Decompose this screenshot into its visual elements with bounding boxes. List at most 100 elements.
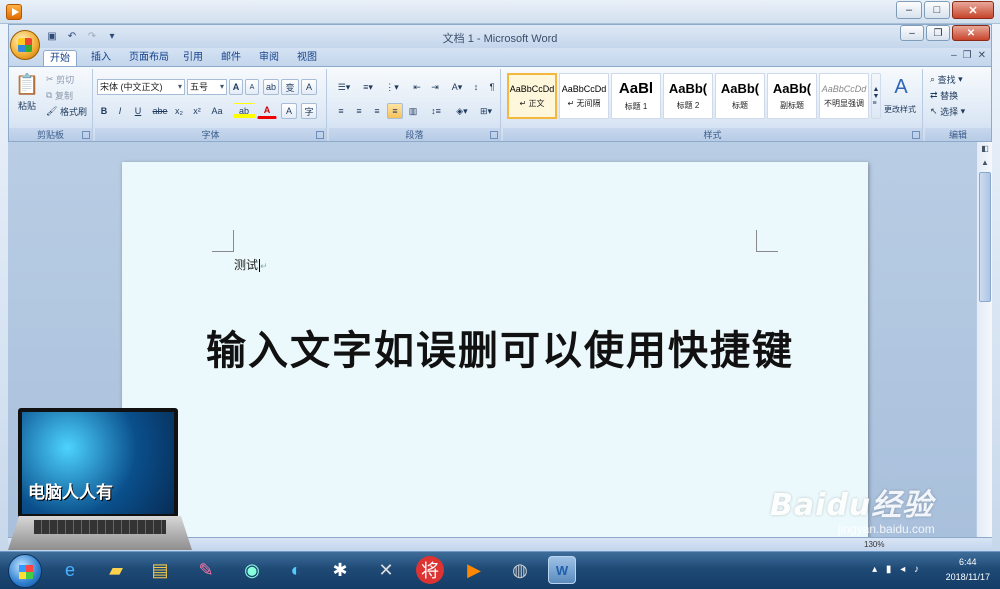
align-center-icon[interactable]: ≡ xyxy=(351,103,367,119)
font-color-button[interactable]: A xyxy=(257,103,277,119)
align-right-icon[interactable]: ≡ xyxy=(369,103,385,119)
shrink-font-button[interactable]: A xyxy=(245,79,259,95)
replace-button[interactable]: ⇄ 替换 xyxy=(929,87,987,103)
video-player-icon[interactable]: ▶ xyxy=(460,556,488,584)
phonetic-guide-button[interactable]: 变 xyxy=(281,79,299,95)
system-tray-icons[interactable]: ▴ ▮ ◂ ♪ xyxy=(872,564,922,575)
chess-icon[interactable]: 将 xyxy=(416,556,444,584)
highlight-button[interactable]: ab xyxy=(233,103,255,119)
word-taskbar-icon[interactable]: W xyxy=(548,556,576,584)
style-normal[interactable]: AaBbCcDd ↵ 正文 xyxy=(507,73,557,119)
enclose-char-button[interactable]: 字 xyxy=(301,103,317,119)
char-shading-button[interactable]: A xyxy=(281,103,297,119)
tab-home[interactable]: 开始 xyxy=(43,50,77,67)
tab-view[interactable]: 视图 xyxy=(291,50,323,66)
player-close-button[interactable]: ✕ xyxy=(952,1,994,19)
font-name-combo[interactable]: 宋体 (中文正文) xyxy=(97,79,185,95)
multilevel-list-icon[interactable]: ⋮▾ xyxy=(381,79,403,95)
copy-button[interactable]: ⧉ 复制 xyxy=(45,87,91,103)
show-marks-icon[interactable]: ¶ xyxy=(485,79,499,95)
asian-layout-icon[interactable]: A▾ xyxy=(447,79,467,95)
change-styles-icon[interactable]: A xyxy=(883,73,919,101)
tab-page-layout[interactable]: 页面布局 xyxy=(123,50,175,66)
font-size-combo[interactable]: 五号 xyxy=(187,79,227,95)
find-button[interactable]: ⌕ 查找 ▾ xyxy=(929,71,987,87)
scroll-up-icon[interactable]: ▲ xyxy=(979,158,991,170)
tab-review[interactable]: 审阅 xyxy=(253,50,285,66)
doc-close-icon[interactable]: ✕ xyxy=(978,50,986,61)
tab-insert[interactable]: 插入 xyxy=(85,50,117,66)
style-subtitle[interactable]: AaBb( 副标题 xyxy=(767,73,817,119)
increase-indent-icon[interactable]: ⇥ xyxy=(427,79,443,95)
ruler-toggle-icon[interactable]: ◧ xyxy=(979,144,991,156)
office-button[interactable] xyxy=(10,30,40,60)
style-title[interactable]: AaBb( 标题 xyxy=(715,73,765,119)
tools-icon[interactable]: ✕ xyxy=(372,556,400,584)
sort-icon[interactable]: ↕ xyxy=(469,79,483,95)
borders-icon[interactable]: ⊞▾ xyxy=(475,103,497,119)
scroll-thumb[interactable] xyxy=(979,172,991,302)
cut-button[interactable]: ✂ 剪切 xyxy=(45,71,91,87)
ie-icon[interactable]: e xyxy=(56,556,84,584)
shading-icon[interactable]: ◈▾ xyxy=(451,103,473,119)
sticky-notes-icon[interactable]: ▰ xyxy=(102,556,130,584)
clipboard-dialog-launcher[interactable] xyxy=(82,131,90,139)
tab-references[interactable]: 引用 xyxy=(177,50,209,66)
player-app-icon[interactable] xyxy=(6,4,22,20)
underline-button[interactable]: U xyxy=(129,103,147,119)
word-restore-button[interactable]: ❐ xyxy=(926,25,950,41)
redo-icon[interactable]: ↷ xyxy=(84,29,100,43)
paste-button[interactable]: 粘贴 xyxy=(13,97,41,113)
folder-icon[interactable]: ▤ xyxy=(146,556,174,584)
player-maximize-button[interactable]: □ xyxy=(924,1,950,19)
format-painter-button[interactable]: 🖌 格式刷 xyxy=(45,103,91,119)
app-icon[interactable]: ◍ xyxy=(506,556,534,584)
paragraph-dialog-launcher[interactable] xyxy=(490,131,498,139)
format-painter-label: 格式刷 xyxy=(59,106,87,117)
bold-button[interactable]: B xyxy=(97,103,111,119)
clock[interactable]: 6:44 2018/11/17 xyxy=(946,555,990,585)
decrease-indent-icon[interactable]: ⇤ xyxy=(409,79,425,95)
style-heading-1[interactable]: AaBl 标题 1 xyxy=(611,73,661,119)
grow-font-button[interactable]: A xyxy=(229,79,243,95)
strikethrough-button[interactable]: abe xyxy=(151,103,169,119)
numbering-icon[interactable]: ≡▾ xyxy=(357,79,379,95)
player-minimize-button[interactable]: – xyxy=(896,1,922,19)
pinwheel-icon[interactable]: ✱ xyxy=(326,556,354,584)
style-heading-2[interactable]: AaBb( 标题 2 xyxy=(663,73,713,119)
document-body-text[interactable]: 测试 ↵ xyxy=(234,256,268,273)
change-case-button[interactable]: Aa xyxy=(207,103,227,119)
save-icon[interactable]: ▣ xyxy=(44,29,60,43)
word-minimize-button[interactable]: – xyxy=(900,25,924,41)
style-subtle-emphasis[interactable]: AaBbCcDd 不明显强调 xyxy=(819,73,869,119)
italic-button[interactable]: I xyxy=(113,103,127,119)
distribute-icon[interactable]: ▥ xyxy=(405,103,421,119)
qat-customize-icon[interactable]: ▾ xyxy=(104,29,120,43)
start-button[interactable] xyxy=(8,554,42,588)
char-border-button[interactable]: A xyxy=(301,79,317,95)
font-dialog-launcher[interactable] xyxy=(316,131,324,139)
line-spacing-icon[interactable]: ↕≡ xyxy=(425,103,447,119)
vertical-scrollbar[interactable]: ◧ ▲ xyxy=(976,142,992,537)
tab-mailings[interactable]: 邮件 xyxy=(215,50,247,66)
clear-format-button[interactable]: ab xyxy=(263,79,279,95)
paste-icon[interactable]: 📋 xyxy=(13,71,41,97)
subscript-button[interactable]: x₂ xyxy=(171,103,187,119)
media-center-icon[interactable]: ◉ xyxy=(238,556,266,584)
style-name: 副标题 xyxy=(780,101,804,110)
styles-dialog-launcher[interactable] xyxy=(912,131,920,139)
browser-icon[interactable]: ◐ xyxy=(282,556,310,584)
bullets-icon[interactable]: ☰▾ xyxy=(333,79,355,95)
word-close-button[interactable]: ✕ xyxy=(952,25,990,41)
undo-icon[interactable]: ↶ xyxy=(64,29,80,43)
doc-restore-icon[interactable]: ❐ xyxy=(963,50,972,61)
doc-minimize-icon[interactable]: – xyxy=(951,50,957,61)
paint-icon[interactable]: ✎ xyxy=(192,556,220,584)
change-styles-button[interactable]: 更改样式 xyxy=(877,101,923,117)
superscript-button[interactable]: x² xyxy=(189,103,205,119)
justify-icon[interactable]: ≡ xyxy=(387,103,403,119)
select-button[interactable]: ↖ 选择 ▾ xyxy=(929,103,987,119)
style-no-spacing[interactable]: AaBbCcDd ↵ 无间隔 xyxy=(559,73,609,119)
document-page[interactable]: 测试 ↵ 输入文字如误删可以使用快捷键 xyxy=(122,162,868,537)
align-left-icon[interactable]: ≡ xyxy=(333,103,349,119)
